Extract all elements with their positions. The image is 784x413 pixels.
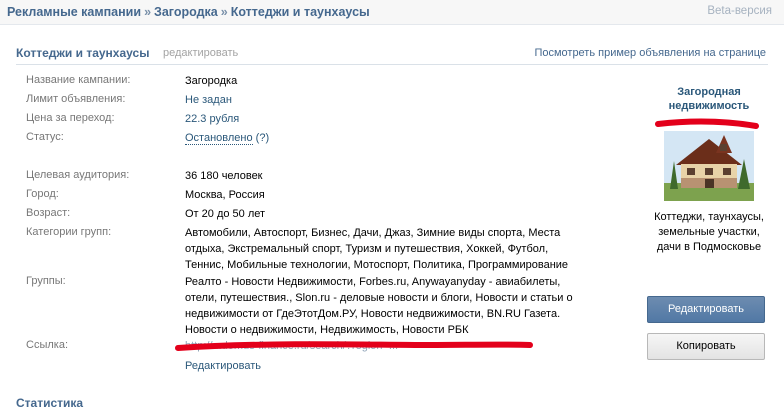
ad-preview: Загородная недвижимость Коттеджи, таунха… [650,85,768,255]
status-value: Остановлено (?) [185,130,605,146]
groups-value: Реалто - Новости Недвижимости, Forbes.ru… [185,276,573,336]
audience-label: Целевая аудитория: [26,169,130,181]
limit-value-link[interactable]: Не задан [185,92,605,108]
copy-button[interactable]: Копировать [647,333,765,360]
status-help-link[interactable]: (?) [256,132,269,144]
categories-value: Автомобили, Автоспорт, Бизнес, Дачи, Джа… [185,227,569,271]
edit-button[interactable]: Редактировать [647,296,765,323]
breadcrumb-ad: Коттеджи и таунхаусы [230,5,370,19]
price-label: Цена за переход: [26,112,115,124]
status-toggle-link[interactable]: Остановлено [185,132,253,145]
statistics-heading: Статистика [16,396,84,410]
ad-text: Коттеджи, таунхаусы, земельные участки, … [654,211,764,253]
city-value: Москва, Россия [185,189,265,201]
categories-label: Категории групп: [26,226,112,238]
breadcrumb-ad-campaigns[interactable]: Рекламные кампании [7,5,141,19]
link-edit-link[interactable]: Редактировать [185,358,605,374]
top-bar: Рекламные кампании» Загородка» Коттеджи и … [0,0,784,25]
city-label: Город: [26,188,59,200]
campaign-name-label: Название кампании: [26,74,131,86]
limit-label: Лимит объявления: [26,93,126,105]
breadcrumb: Рекламные кампании» Загородка» Коттеджи и … [7,5,370,19]
breadcrumb-separator: » [220,5,228,19]
ad-title[interactable]: Загородная недвижимость [650,85,768,113]
ad-house-image[interactable] [664,131,754,201]
breadcrumb-campaign[interactable]: Загородка [154,5,218,19]
section-edit-link[interactable]: редактировать [163,47,238,59]
status-label: Статус: [26,131,64,143]
breadcrumb-separator: » [144,5,152,19]
link-label: Ссылка: [26,339,68,351]
preview-ad-link[interactable]: Посмотреть пример объявления на странице [534,47,766,59]
age-value: От 20 до 50 лет [185,208,266,220]
section-title: Коттеджи и таунхаусы [16,46,150,60]
audience-value: 36 180 человек [185,170,263,182]
beta-label: Beta-версия [707,5,772,17]
redaction-mark [175,341,533,351]
age-label: Возраст: [26,207,71,219]
groups-label: Группы: [26,275,66,287]
price-value-link[interactable]: 22.3 рубля [185,111,605,127]
section-header: Коттеджи и таунхаусы редактировать Посмо… [16,46,768,65]
redaction-mark [655,118,759,129]
campaign-name-value: Загородка [185,75,238,87]
